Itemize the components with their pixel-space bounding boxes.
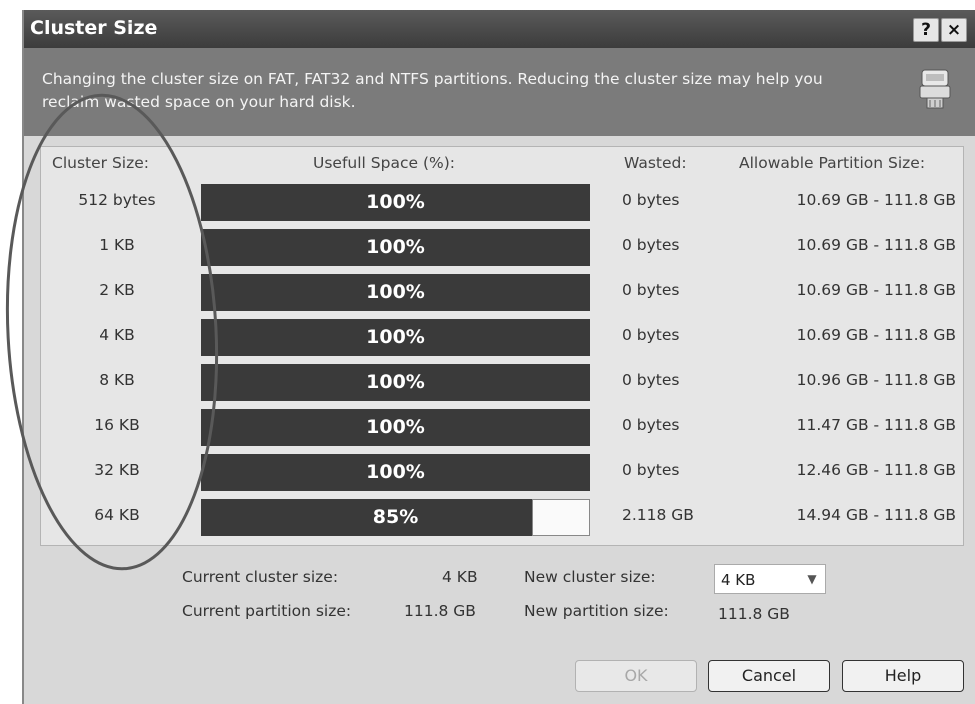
title-bar: Cluster Size ? ×: [24, 10, 975, 48]
cluster-size-cell: 32 KB: [94, 461, 140, 479]
help-button[interactable]: Help: [842, 660, 964, 692]
useful-space-percent: 100%: [366, 461, 425, 483]
description-text: Changing the cluster size on FAT, FAT32 …: [42, 70, 823, 111]
useful-space-bar: 85%: [201, 499, 590, 536]
cluster-size-cell: 2 KB: [99, 281, 135, 299]
new-cluster-size-value: 4 KB: [721, 571, 756, 589]
current-cluster-value: 4 KB: [442, 568, 478, 586]
allowable-partition-cell: 10.96 GB - 111.8 GB: [796, 371, 956, 389]
cluster-size-cell: 64 KB: [94, 506, 140, 524]
ok-button[interactable]: OK: [575, 660, 697, 692]
wasted-cell: 0 bytes: [622, 236, 680, 254]
allowable-partition-cell: 10.69 GB - 111.8 GB: [796, 191, 956, 209]
useful-space-bar: 100%: [201, 229, 590, 266]
allowable-partition-cell: 12.46 GB - 111.8 GB: [796, 461, 956, 479]
column-header-cluster-size: Cluster Size:: [52, 154, 149, 172]
cancel-button[interactable]: Cancel: [708, 660, 830, 692]
allowable-partition-cell: 11.47 GB - 111.8 GB: [796, 416, 956, 434]
useful-space-percent: 100%: [366, 281, 425, 303]
useful-space-bar: 100%: [201, 364, 590, 401]
useful-space-bar: 100%: [201, 319, 590, 356]
new-partition-value: 111.8 GB: [718, 605, 790, 623]
cluster-size-dialog: Cluster Size ? × Changing the cluster si…: [22, 10, 975, 704]
new-cluster-label: New cluster size:: [524, 568, 656, 586]
new-cluster-size-select[interactable]: 4 KB ▼: [714, 564, 826, 594]
useful-space-percent: 100%: [366, 236, 425, 258]
useful-space-percent: 85%: [372, 506, 419, 528]
allowable-partition-cell: 10.69 GB - 111.8 GB: [796, 326, 956, 344]
useful-space-percent: 100%: [366, 371, 425, 393]
cluster-size-cell: 8 KB: [99, 371, 135, 389]
column-header-wasted: Wasted:: [624, 154, 687, 172]
current-cluster-label: Current cluster size:: [182, 568, 339, 586]
useful-space-bar: 100%: [201, 454, 590, 491]
useful-space-bar: 100%: [201, 409, 590, 446]
wasted-cell: 0 bytes: [622, 281, 680, 299]
useful-space-percent: 100%: [366, 191, 425, 213]
wasted-cell: 0 bytes: [622, 461, 680, 479]
wasted-cell: 0 bytes: [622, 416, 680, 434]
useful-space-bar: 100%: [201, 274, 590, 311]
current-partition-value: 111.8 GB: [404, 602, 476, 620]
wasted-cell: 0 bytes: [622, 371, 680, 389]
cluster-size-cell: 512 bytes: [78, 191, 156, 209]
useful-space-bar: 100%: [201, 184, 590, 221]
new-partition-label: New partition size:: [524, 602, 669, 620]
disk-tool-icon: [919, 69, 951, 109]
allowable-partition-cell: 10.69 GB - 111.8 GB: [796, 281, 956, 299]
help-title-button[interactable]: ?: [913, 18, 939, 42]
description-header: Changing the cluster size on FAT, FAT32 …: [24, 48, 975, 136]
cluster-size-cell: 4 KB: [99, 326, 135, 344]
cluster-size-cell: 16 KB: [94, 416, 140, 434]
column-header-useful-space: Usefull Space (%):: [313, 154, 455, 172]
useful-space-percent: 100%: [366, 416, 425, 438]
column-header-allowable: Allowable Partition Size:: [739, 154, 926, 172]
cluster-size-cell: 1 KB: [99, 236, 135, 254]
close-button[interactable]: ×: [941, 18, 967, 42]
chevron-down-icon[interactable]: ▼: [803, 570, 821, 588]
dialog-title: Cluster Size: [30, 17, 158, 39]
useful-space-percent: 100%: [366, 326, 425, 348]
allowable-partition-cell: 14.94 GB - 111.8 GB: [796, 506, 956, 524]
wasted-cell: 0 bytes: [622, 191, 680, 209]
current-partition-label: Current partition size:: [182, 602, 352, 620]
wasted-cell: 2.118 GB: [622, 506, 694, 524]
allowable-partition-cell: 10.69 GB - 111.8 GB: [796, 236, 956, 254]
wasted-cell: 0 bytes: [622, 326, 680, 344]
